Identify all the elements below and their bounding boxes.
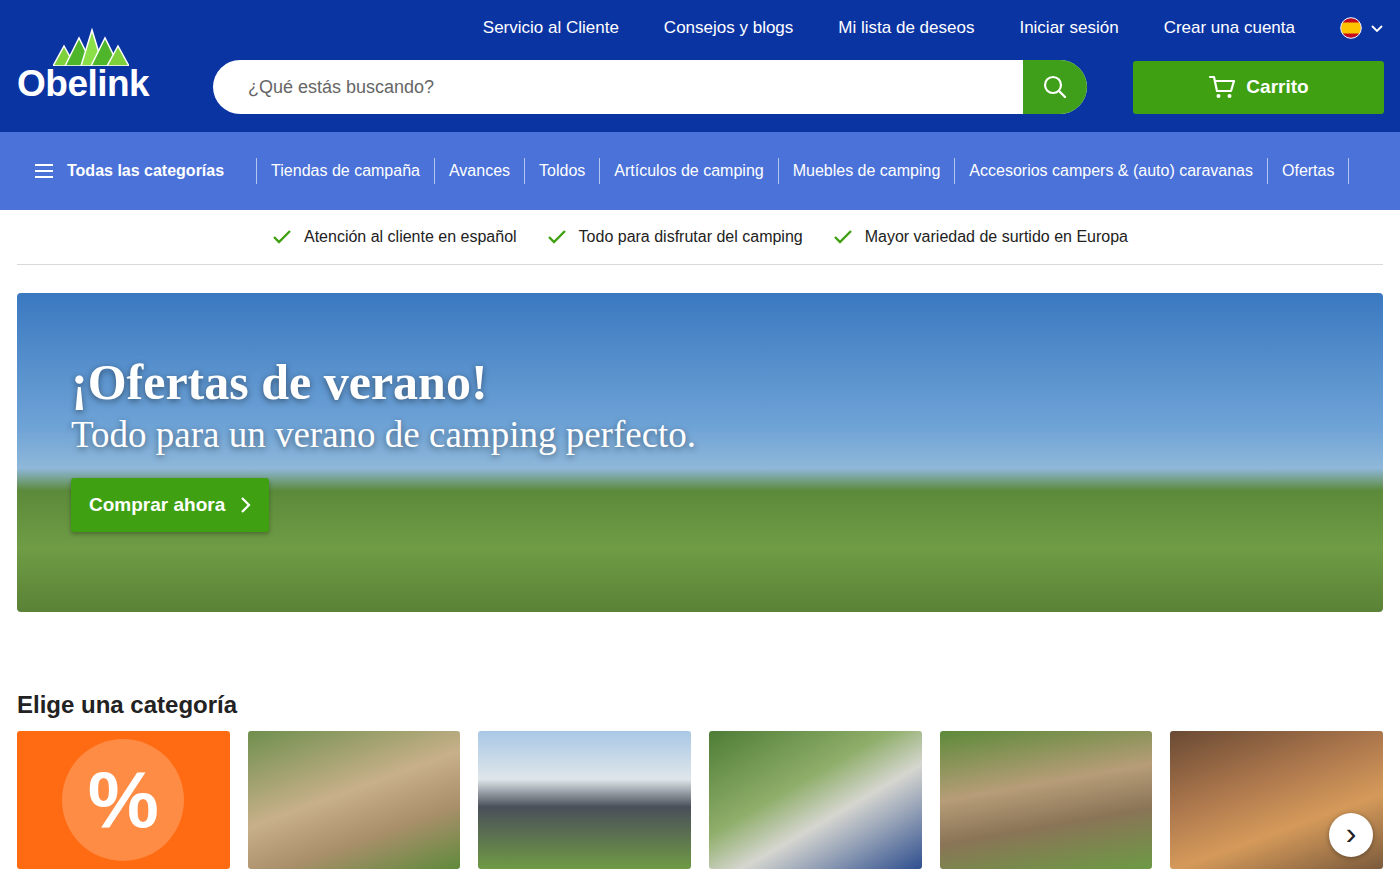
site-header: Obelink Servicio al Cliente Consejos y bl… [0, 0, 1400, 132]
search-row: Carrito [213, 60, 1384, 114]
check-icon [272, 229, 292, 245]
logo[interactable]: Obelink [17, 0, 213, 132]
nav-item[interactable]: Accesorios campers & (auto) caravanas [954, 158, 1267, 184]
chevron-right-icon[interactable] [239, 496, 251, 514]
cart-label[interactable]: Carrito [1246, 73, 1308, 102]
top-link[interactable]: Iniciar sesión [1019, 15, 1118, 41]
spain-flag-icon[interactable] [1340, 17, 1362, 39]
category-tile[interactable] [478, 731, 691, 869]
category-tile[interactable] [248, 731, 461, 869]
search-bar [213, 60, 1087, 114]
category-grid: % [17, 731, 1383, 869]
next-button[interactable]: › [1329, 813, 1373, 857]
discount-badge: % [62, 739, 184, 861]
categories-section: Elige una categoría % › [17, 690, 1383, 869]
category-tile[interactable]: % [17, 731, 230, 869]
check-icon [833, 229, 853, 245]
categories-heading: Elige una categoría [17, 690, 1383, 720]
hero-title: ¡Ofertas de verano! [71, 355, 1383, 410]
header-main: Servicio al Cliente Consejos y blogs Mi li… [213, 0, 1384, 132]
cart-icon[interactable] [1208, 74, 1236, 100]
top-link[interactable]: Consejos y blogs [664, 15, 793, 41]
nav-list: Tiendas de campañaAvancesToldosArtículos… [256, 158, 1349, 184]
top-bar: Servicio al Cliente Consejos y blogs Mi li… [213, 0, 1384, 56]
hamburger-icon[interactable] [34, 163, 54, 179]
nav-item[interactable]: Artículos de camping [599, 158, 777, 184]
all-categories-button[interactable]: Todas las categorías [34, 159, 256, 183]
nav-item[interactable]: Tiendas de campaña [256, 158, 434, 184]
search-input[interactable] [213, 60, 1023, 114]
all-categories-label[interactable]: Todas las categorías [67, 159, 224, 183]
usp-strip: Atención al cliente en español Todo para … [17, 210, 1383, 265]
top-link[interactable]: Servicio al Cliente [483, 15, 619, 41]
nav-item[interactable]: Avances [434, 158, 524, 184]
category-nav: Todas las categorías Tiendas de campañaA… [0, 132, 1400, 210]
shop-now-label[interactable]: Comprar ahora [89, 491, 225, 520]
hero-subtitle: Todo para un verano de camping perfecto. [71, 410, 1383, 460]
next-arrow[interactable]: › [1346, 817, 1357, 849]
usp-text: Atención al cliente en español [304, 225, 517, 249]
category-tile[interactable] [709, 731, 922, 869]
top-link[interactable]: Crear una cuenta [1164, 15, 1295, 41]
usp-item: Mayor variedad de surtido en Europa [833, 225, 1128, 249]
category-tile[interactable] [940, 731, 1153, 869]
discount-symbol: % [88, 760, 159, 840]
nav-item[interactable]: Muebles de camping [778, 158, 955, 184]
logo-text[interactable]: Obelink [17, 64, 149, 105]
usp-item: Todo para disfrutar del camping [547, 225, 803, 249]
usp-item: Atención al cliente en español [272, 225, 517, 249]
usp-text: Mayor variedad de surtido en Europa [865, 225, 1128, 249]
chevron-down-icon[interactable] [1370, 21, 1384, 35]
hero-banner: ¡Ofertas de verano! Todo para un verano … [17, 293, 1383, 612]
search-icon[interactable] [1042, 74, 1068, 100]
check-icon [547, 229, 567, 245]
search-button[interactable] [1023, 60, 1087, 114]
nav-item[interactable]: Toldos [524, 158, 599, 184]
shop-now-button[interactable]: Comprar ahora [71, 478, 269, 532]
language-selector[interactable] [1340, 17, 1384, 39]
top-link[interactable]: Mi lista de deseos [838, 15, 974, 41]
mountains-icon [53, 28, 129, 66]
cart-button[interactable]: Carrito [1133, 61, 1384, 114]
nav-item[interactable]: Ofertas [1267, 158, 1349, 184]
top-links: Servicio al Cliente Consejos y blogs Mi li… [483, 15, 1295, 41]
category-carousel: % › [17, 731, 1383, 869]
usp-text: Todo para disfrutar del camping [579, 225, 803, 249]
